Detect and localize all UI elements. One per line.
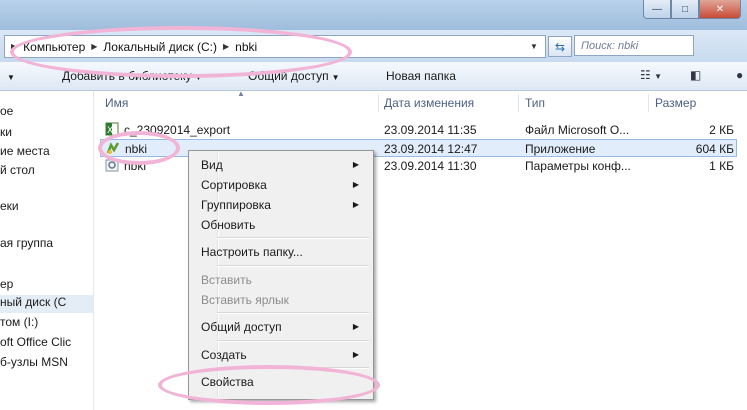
menu-item-label: Обновить xyxy=(201,218,256,232)
submenu-arrow-icon: ▶ xyxy=(352,350,359,359)
organize-dropdown-icon[interactable]: ▼ xyxy=(4,69,15,83)
menu-separator xyxy=(217,265,369,267)
nav-item-volume-i[interactable]: том (I:) xyxy=(0,315,38,329)
menu-item-group[interactable]: Группировка ▶ xyxy=(201,195,367,215)
chevron-right-icon: ▶ xyxy=(91,42,98,51)
nav-item-computer[interactable]: ер xyxy=(0,277,13,291)
breadcrumb-label: nbki xyxy=(235,39,258,54)
sort-ascending-icon: ▲ xyxy=(237,89,245,98)
nav-item-homegroup[interactable]: ая группа xyxy=(0,236,53,250)
refresh-icon[interactable]: ⇆ xyxy=(548,36,572,57)
file-name: nbki xyxy=(124,159,147,173)
file-row[interactable]: X c_23092014_export 23.09.2014 11:35 Фай… xyxy=(100,121,737,139)
title-bar: — □ ✕ xyxy=(0,0,747,30)
preview-pane-icon[interactable]: ◧ xyxy=(690,68,701,82)
menu-item-properties[interactable]: Свойства xyxy=(201,372,367,392)
menu-item-sort[interactable]: Сортировка ▶ xyxy=(201,175,367,195)
file-date: 23.09.2014 11:35 xyxy=(384,123,477,137)
new-folder-button[interactable]: Новая папка xyxy=(386,69,456,83)
menu-item-create[interactable]: Создать ▶ xyxy=(201,345,367,365)
menu-item-label: Создать xyxy=(201,348,247,362)
share-button[interactable]: Общий доступ ▼ xyxy=(248,69,340,83)
config-file-icon xyxy=(105,159,119,172)
menu-item-label: Вставить xyxy=(201,273,252,287)
file-name: nbki xyxy=(125,142,148,156)
column-divider[interactable] xyxy=(648,94,649,112)
nav-item-downloads[interactable]: ки xyxy=(0,125,12,139)
nav-item-local-disk[interactable]: ный диск (С xyxy=(0,295,93,313)
context-menu: Вид ▶ Сортировка ▶ Группировка ▶ Обновит… xyxy=(188,150,374,400)
nav-item-recent-places[interactable]: ие места xyxy=(0,144,50,158)
address-bar[interactable]: ▶ Компьютер ▶ Локальный диск (C:) ▶ nbki… xyxy=(4,35,546,58)
submenu-arrow-icon: ▶ xyxy=(352,322,359,331)
column-header-name[interactable]: Имя xyxy=(105,96,128,110)
window-controls: — □ ✕ xyxy=(643,0,741,20)
submenu-arrow-icon: ▶ xyxy=(352,160,359,169)
search-input[interactable]: Поиск: nbki xyxy=(574,35,694,56)
file-type: Приложение xyxy=(525,142,596,156)
breadcrumb-nbki[interactable]: ▶ nbki xyxy=(223,40,257,54)
address-row: ▶ Компьютер ▶ Локальный диск (C:) ▶ nbki… xyxy=(0,30,747,62)
application-icon xyxy=(106,142,120,154)
minimize-button[interactable]: — xyxy=(643,0,671,19)
column-divider[interactable] xyxy=(518,94,519,112)
menu-item-label: Настроить папку... xyxy=(201,245,303,259)
menu-item-share[interactable]: Общий доступ ▶ xyxy=(201,317,367,337)
nav-item-favorites[interactable]: ое xyxy=(0,104,13,118)
excel-file-icon: X xyxy=(105,122,119,136)
close-button[interactable]: ✕ xyxy=(699,0,741,19)
breadcrumb-label: Локальный диск (C:) xyxy=(103,39,217,54)
nav-item-libraries[interactable]: еки xyxy=(0,199,19,213)
nav-item-desktop[interactable]: й стол xyxy=(0,163,35,177)
column-header-type[interactable]: Тип xyxy=(525,96,545,110)
menu-item-label: Общий доступ xyxy=(201,320,282,334)
menu-item-label: Сортировка xyxy=(201,178,267,192)
file-type: Файл Microsoft O... xyxy=(525,123,630,137)
chevron-down-icon: ▼ xyxy=(331,73,340,82)
column-header-date[interactable]: Дата изменения xyxy=(384,96,474,110)
menu-separator xyxy=(217,367,369,369)
breadcrumb-computer[interactable]: ▶ Компьютер xyxy=(11,40,85,54)
file-date: 23.09.2014 12:47 xyxy=(384,142,478,156)
submenu-arrow-icon: ▶ xyxy=(352,180,359,189)
chevron-down-icon: ▼ xyxy=(194,73,203,82)
nav-item-msn[interactable]: б-узлы MSN xyxy=(0,355,68,369)
menu-separator xyxy=(217,312,369,314)
chevron-right-icon: ▶ xyxy=(222,42,230,51)
menu-item-label: Свойства xyxy=(201,375,254,389)
menu-item-label: Вид xyxy=(201,158,223,172)
file-type: Параметры конф... xyxy=(525,159,631,173)
chevron-right-icon: ▶ xyxy=(11,42,18,51)
menu-item-customize-folder[interactable]: Настроить папку... xyxy=(201,242,367,262)
menu-item-paste: Вставить xyxy=(201,270,367,290)
column-header-size[interactable]: Размер xyxy=(655,96,696,110)
file-name: c_23092014_export xyxy=(124,123,231,137)
menu-item-label: Вставить ярлык xyxy=(201,293,289,307)
file-size: 604 КБ xyxy=(695,142,734,156)
address-history-dropdown[interactable]: ▼ xyxy=(525,36,543,57)
file-size: 2 КБ xyxy=(709,123,734,137)
menu-item-view[interactable]: Вид ▶ xyxy=(201,155,367,175)
menu-item-label: Группировка xyxy=(201,198,271,212)
file-date: 23.09.2014 11:30 xyxy=(384,159,477,173)
menu-separator xyxy=(217,340,369,342)
view-options-icon[interactable]: ☷ ▼ xyxy=(640,68,662,82)
file-size: 1 КБ xyxy=(709,159,734,173)
column-divider[interactable] xyxy=(378,94,379,112)
help-icon[interactable]: ● xyxy=(736,68,743,82)
share-label: Общий доступ xyxy=(248,69,329,83)
add-to-library-label: Добавить в библиотеку xyxy=(62,69,192,83)
maximize-button[interactable]: □ xyxy=(671,0,699,19)
menu-item-refresh[interactable]: Обновить xyxy=(201,215,367,235)
breadcrumb-local-disk[interactable]: ▶ Локальный диск (C:) xyxy=(91,40,217,54)
breadcrumb-label: Компьютер xyxy=(23,39,86,54)
command-bar: ▼ Добавить в библиотеку ▼ Общий доступ ▼ Н… xyxy=(0,62,747,91)
add-to-library-button[interactable]: Добавить в библиотеку ▼ xyxy=(62,69,202,83)
navigation-pane: ое ки ие места й стол еки ая группа ер н… xyxy=(0,91,94,410)
menu-separator xyxy=(217,237,369,239)
svg-text:X: X xyxy=(107,126,113,136)
menu-item-paste-shortcut: Вставить ярлык xyxy=(201,290,367,310)
nav-item-office[interactable]: oft Office Clic xyxy=(0,335,71,349)
submenu-arrow-icon: ▶ xyxy=(352,200,359,209)
